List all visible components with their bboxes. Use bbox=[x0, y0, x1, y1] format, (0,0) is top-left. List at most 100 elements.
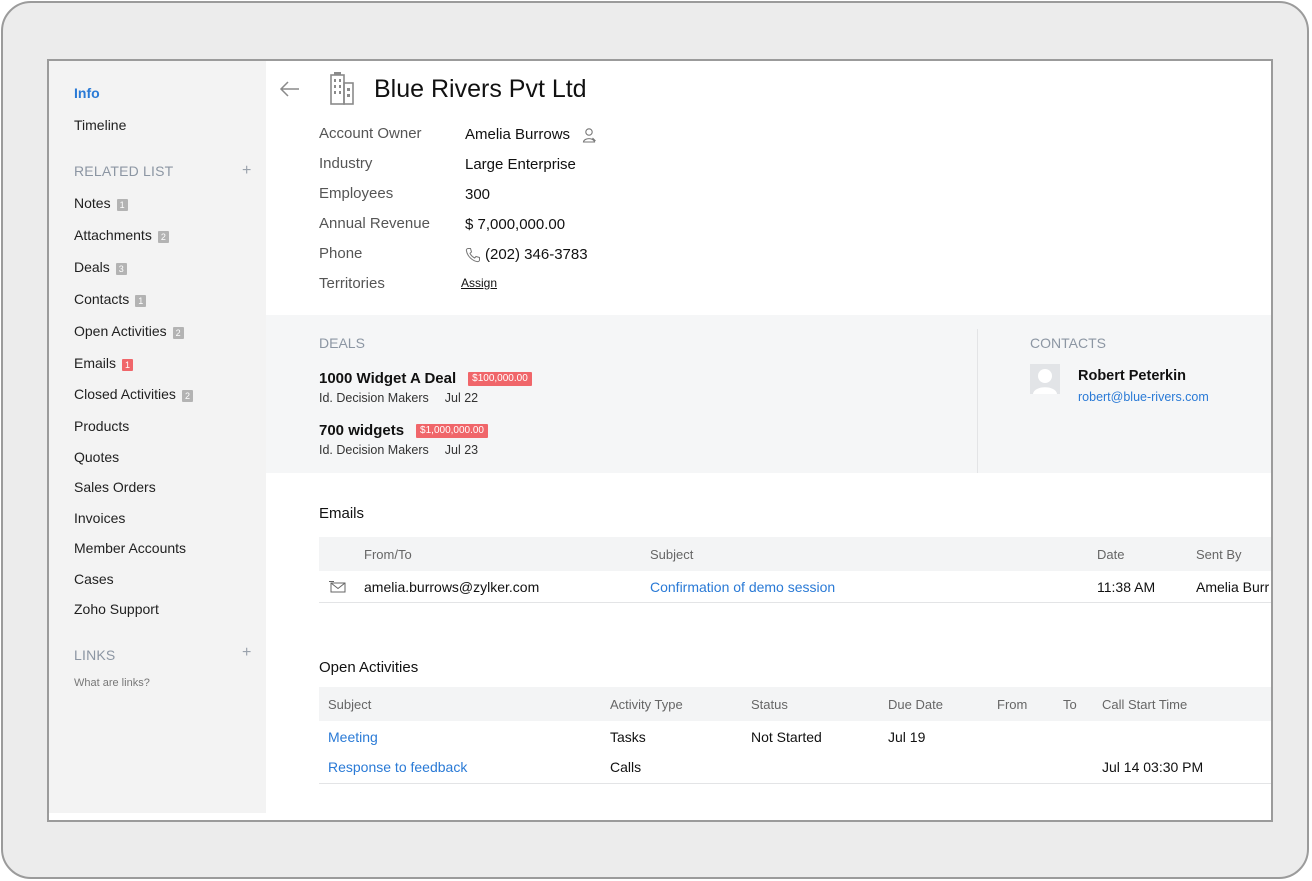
deal-stage: Id. Decision Makers bbox=[319, 391, 429, 405]
summary-band: DEALS 1000 Widget A Deal $100,000.00 Id.… bbox=[266, 315, 1271, 473]
field-label-phone: Phone bbox=[319, 245, 363, 262]
sidebar-item-attachments[interactable]: Attachments 2 bbox=[74, 227, 169, 243]
activity-call-start: Jul 14 03:30 PM bbox=[1102, 759, 1204, 775]
what-are-links-link[interactable]: What are links? bbox=[74, 677, 150, 689]
open-activities-table: Subject Activity Type Status Due Date Fr… bbox=[319, 687, 1271, 787]
sidebar-item-emails[interactable]: Emails 1 bbox=[74, 355, 134, 371]
assign-territory-link[interactable]: Assign bbox=[461, 276, 497, 290]
activity-due-date: Jul 19 bbox=[888, 729, 926, 745]
contacts-heading: CONTACTS bbox=[1030, 335, 1106, 351]
count-badge: 1 bbox=[122, 359, 134, 371]
field-value-industry: Large Enterprise bbox=[465, 156, 576, 173]
deal-amount-badge: $1,000,000.00 bbox=[416, 423, 488, 438]
row-divider bbox=[319, 783, 1271, 784]
column-header[interactable]: Call Start Time bbox=[1102, 697, 1187, 712]
contact-name[interactable]: Robert Peterkin bbox=[1078, 368, 1186, 384]
sidebar-item-open-activities[interactable]: Open Activities 2 bbox=[74, 323, 184, 339]
table-header bbox=[319, 537, 1271, 571]
field-value-revenue: $ 7,000,000.00 bbox=[465, 216, 566, 233]
deal-name: 1000 Widget A Deal bbox=[319, 370, 457, 387]
back-arrow-icon[interactable] bbox=[278, 77, 302, 101]
count-badge: 1 bbox=[116, 199, 128, 211]
sidebar-item-label: Info bbox=[74, 85, 100, 101]
add-link-button[interactable]: + bbox=[242, 645, 251, 661]
avatar-placeholder-icon bbox=[1030, 364, 1060, 394]
building-icon bbox=[330, 72, 354, 105]
sidebar-item-label: Cases bbox=[74, 571, 114, 587]
deal-name: 700 widgets bbox=[319, 422, 405, 439]
field-value-employees: 300 bbox=[465, 186, 491, 203]
column-header[interactable]: Due Date bbox=[888, 697, 943, 712]
activity-subject-link[interactable]: Response to feedback bbox=[328, 759, 467, 775]
related-list-heading: RELATED LIST bbox=[74, 163, 174, 179]
contact-email-link[interactable]: robert@blue-rivers.com bbox=[1078, 390, 1209, 404]
column-header[interactable]: Sent By bbox=[1196, 547, 1242, 562]
activity-subject-link[interactable]: Meeting bbox=[328, 729, 378, 745]
add-related-list-button[interactable]: + bbox=[242, 163, 251, 179]
sidebar-item-zoho-support[interactable]: Zoho Support bbox=[74, 601, 159, 617]
sidebar-item-timeline[interactable]: Timeline bbox=[74, 117, 126, 133]
sidebar-item-quotes[interactable]: Quotes bbox=[74, 449, 119, 465]
envelope-icon bbox=[329, 581, 346, 593]
email-subject-link[interactable]: Confirmation of demo session bbox=[650, 579, 835, 595]
links-heading: LINKS bbox=[74, 647, 116, 663]
field-label-revenue: Annual Revenue bbox=[319, 215, 430, 232]
sidebar-item-label: Member Accounts bbox=[74, 540, 187, 556]
column-header[interactable]: From/To bbox=[364, 547, 412, 562]
field-label-employees: Employees bbox=[319, 185, 394, 202]
sidebar-item-deals[interactable]: Deals 3 bbox=[74, 259, 127, 275]
emails-section-title: Emails bbox=[319, 505, 365, 522]
column-header[interactable]: To bbox=[1063, 697, 1077, 712]
account-name: Blue Rivers Pvt Ltd bbox=[374, 75, 587, 103]
deal-stage: Id. Decision Makers bbox=[319, 443, 429, 457]
count-badge: 2 bbox=[157, 231, 169, 243]
sidebar-item-label: Quotes bbox=[74, 449, 120, 465]
sidebar-item-contacts[interactable]: Contacts 1 bbox=[74, 291, 147, 307]
open-activities-section-title: Open Activities bbox=[319, 659, 419, 676]
sidebar-item-label: Timeline bbox=[74, 117, 127, 133]
band-divider bbox=[977, 329, 978, 473]
app-screen: Info Timeline RELATED LIST + Notes 1 Atta… bbox=[47, 59, 1273, 822]
sidebar-item-label: Attachments bbox=[74, 227, 152, 243]
column-header[interactable]: Date bbox=[1097, 547, 1124, 562]
field-label-territories: Territories bbox=[319, 275, 385, 292]
column-header[interactable]: From bbox=[997, 697, 1027, 712]
sidebar-item-sales-orders[interactable]: Sales Orders bbox=[74, 479, 156, 495]
count-badge: 1 bbox=[135, 295, 147, 307]
phone-icon[interactable] bbox=[465, 247, 481, 263]
deal-item[interactable]: 1000 Widget A Deal $100,000.00 bbox=[319, 370, 532, 387]
count-badge: 3 bbox=[115, 263, 127, 275]
sidebar-item-products[interactable]: Products bbox=[74, 418, 129, 434]
sidebar-item-notes[interactable]: Notes 1 bbox=[74, 195, 128, 211]
device-frame: Info Timeline RELATED LIST + Notes 1 Atta… bbox=[1, 1, 1309, 879]
deal-meta: Id. Decision Makers Jul 23 bbox=[319, 443, 478, 457]
sidebar-item-invoices[interactable]: Invoices bbox=[74, 510, 125, 526]
sidebar-item-label: Invoices bbox=[74, 510, 126, 526]
column-header[interactable]: Activity Type bbox=[610, 697, 683, 712]
owner-name: Amelia Burrows bbox=[465, 126, 571, 143]
sidebar-item-label: Products bbox=[74, 418, 130, 434]
activity-type: Calls bbox=[610, 759, 642, 775]
sidebar-item-label: Contacts bbox=[74, 291, 130, 307]
email-date: 11:38 AM bbox=[1097, 579, 1156, 595]
sidebar-item-info[interactable]: Info bbox=[74, 85, 100, 101]
sidebar-item-label: Closed Activities bbox=[74, 386, 176, 402]
deal-meta: Id. Decision Makers Jul 22 bbox=[319, 391, 478, 405]
field-label-owner: Account Owner bbox=[319, 125, 422, 142]
column-header[interactable]: Status bbox=[751, 697, 788, 712]
deal-item[interactable]: 700 widgets $1,000,000.00 bbox=[319, 422, 488, 439]
sidebar-item-member-accounts[interactable]: Member Accounts bbox=[74, 540, 186, 556]
change-owner-icon[interactable] bbox=[582, 127, 598, 143]
column-header[interactable]: Subject bbox=[650, 547, 693, 562]
email-from: amelia.burrows@zylker.com bbox=[364, 579, 540, 595]
sidebar-item-label: Open Activities bbox=[74, 323, 167, 339]
activity-status: Not Started bbox=[751, 729, 822, 745]
column-header[interactable]: Subject bbox=[328, 697, 371, 712]
sidebar-item-label: Emails bbox=[74, 355, 117, 371]
sidebar-item-cases[interactable]: Cases bbox=[74, 571, 114, 587]
count-badge: 2 bbox=[181, 390, 193, 402]
deals-heading: DEALS bbox=[319, 335, 365, 351]
phone-number[interactable]: (202) 346-3783 bbox=[485, 246, 588, 263]
sidebar-item-closed-activities[interactable]: Closed Activities 2 bbox=[74, 386, 193, 402]
field-value-owner: Amelia Burrows bbox=[465, 126, 598, 143]
